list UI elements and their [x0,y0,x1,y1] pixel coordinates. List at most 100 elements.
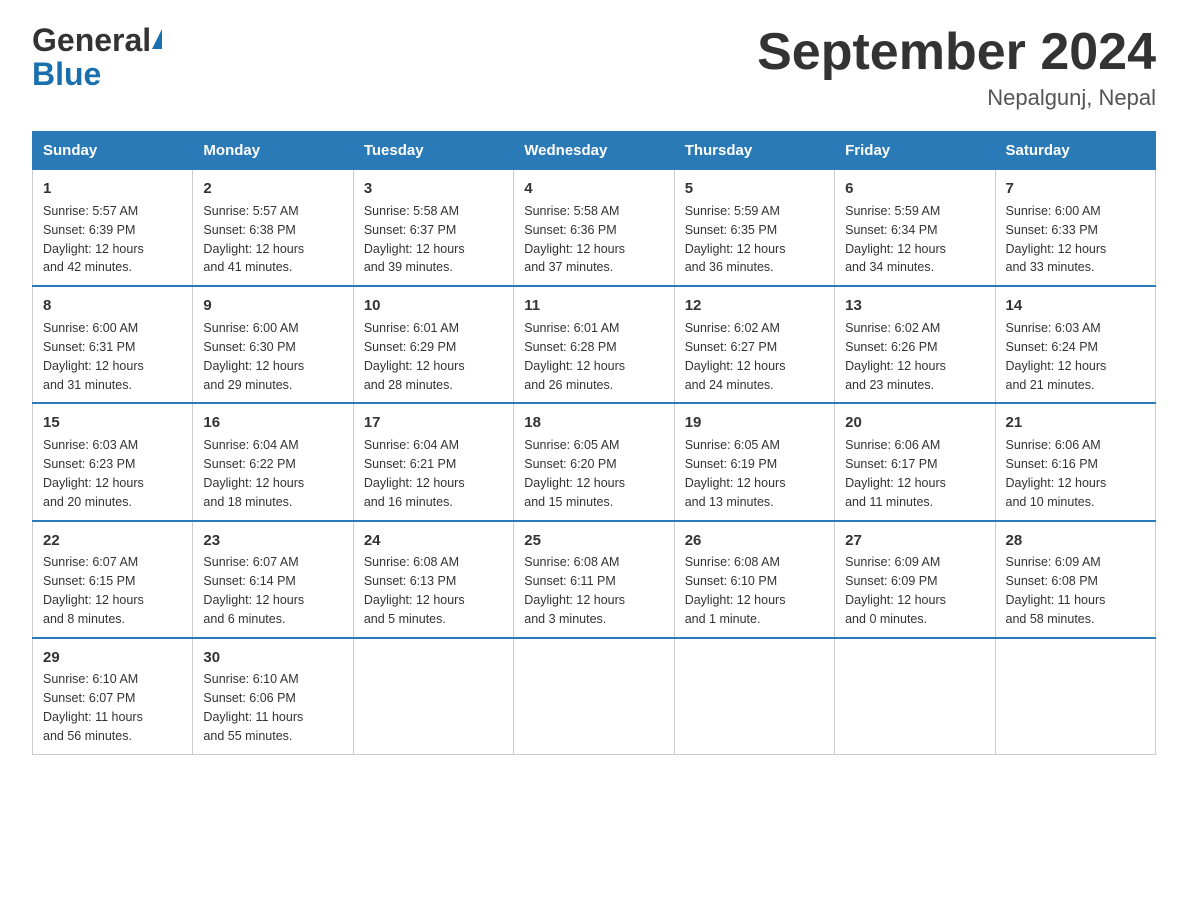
day-info: Sunrise: 6:08 AMSunset: 6:10 PMDaylight:… [685,555,786,626]
calendar-cell: 25 Sunrise: 6:08 AMSunset: 6:11 PMDayligh… [514,521,674,638]
day-info: Sunrise: 6:01 AMSunset: 6:29 PMDaylight:… [364,321,465,392]
title-area: September 2024 Nepalgunj, Nepal [757,24,1156,111]
logo-triangle-icon [152,29,162,49]
day-number: 20 [845,412,984,434]
day-number: 26 [685,530,824,552]
day-info: Sunrise: 6:05 AMSunset: 6:19 PMDaylight:… [685,438,786,509]
day-info: Sunrise: 6:09 AMSunset: 6:09 PMDaylight:… [845,555,946,626]
week-row-1: 1 Sunrise: 5:57 AMSunset: 6:39 PMDaylight… [33,170,1156,287]
day-number: 30 [203,647,342,669]
calendar-cell: 15 Sunrise: 6:03 AMSunset: 6:23 PMDayligh… [33,403,193,520]
day-info: Sunrise: 6:08 AMSunset: 6:13 PMDaylight:… [364,555,465,626]
day-number: 14 [1006,295,1145,317]
day-info: Sunrise: 6:10 AMSunset: 6:07 PMDaylight:… [43,672,143,743]
calendar-cell: 11 Sunrise: 6:01 AMSunset: 6:28 PMDayligh… [514,286,674,403]
day-number: 15 [43,412,182,434]
col-friday: Friday [835,132,995,170]
day-number: 13 [845,295,984,317]
calendar-cell: 16 Sunrise: 6:04 AMSunset: 6:22 PMDayligh… [193,403,353,520]
day-number: 3 [364,178,503,200]
day-info: Sunrise: 5:58 AMSunset: 6:37 PMDaylight:… [364,204,465,275]
day-info: Sunrise: 6:02 AMSunset: 6:26 PMDaylight:… [845,321,946,392]
day-info: Sunrise: 5:57 AMSunset: 6:39 PMDaylight:… [43,204,144,275]
calendar-cell: 9Sunrise: 6:00 AMSunset: 6:30 PMDaylight… [193,286,353,403]
day-info: Sunrise: 6:09 AMSunset: 6:08 PMDaylight:… [1006,555,1106,626]
day-info: Sunrise: 6:07 AMSunset: 6:14 PMDaylight:… [203,555,304,626]
calendar-cell: 1 Sunrise: 5:57 AMSunset: 6:39 PMDaylight… [33,170,193,287]
calendar-table: Sunday Monday Tuesday Wednesday Thursday… [32,131,1156,755]
calendar-cell: 17Sunrise: 6:04 AMSunset: 6:21 PMDayligh… [353,403,513,520]
calendar-cell: 2 Sunrise: 5:57 AMSunset: 6:38 PMDaylight… [193,170,353,287]
calendar-cell [353,638,513,755]
day-info: Sunrise: 6:01 AMSunset: 6:28 PMDaylight:… [524,321,625,392]
calendar-cell: 27 Sunrise: 6:09 AMSunset: 6:09 PMDayligh… [835,521,995,638]
day-info: Sunrise: 5:59 AMSunset: 6:34 PMDaylight:… [845,204,946,275]
logo-area: General Blue [32,24,164,90]
day-info: Sunrise: 6:03 AMSunset: 6:24 PMDaylight:… [1006,321,1107,392]
calendar-cell: 18 Sunrise: 6:05 AMSunset: 6:20 PMDayligh… [514,403,674,520]
calendar-cell: 13 Sunrise: 6:02 AMSunset: 6:26 PMDayligh… [835,286,995,403]
calendar-cell: 8Sunrise: 6:00 AMSunset: 6:31 PMDaylight… [33,286,193,403]
day-info: Sunrise: 6:05 AMSunset: 6:20 PMDaylight:… [524,438,625,509]
calendar-cell: 30 Sunrise: 6:10 AMSunset: 6:06 PMDayligh… [193,638,353,755]
day-number: 5 [685,178,824,200]
day-number: 28 [1006,530,1145,552]
calendar-cell [674,638,834,755]
calendar-cell: 12Sunrise: 6:02 AMSunset: 6:27 PMDayligh… [674,286,834,403]
day-info: Sunrise: 5:57 AMSunset: 6:38 PMDaylight:… [203,204,304,275]
day-number: 18 [524,412,663,434]
day-info: Sunrise: 6:04 AMSunset: 6:22 PMDaylight:… [203,438,304,509]
col-sunday: Sunday [33,132,193,170]
week-row-2: 8Sunrise: 6:00 AMSunset: 6:31 PMDaylight… [33,286,1156,403]
day-number: 23 [203,530,342,552]
day-number: 16 [203,412,342,434]
calendar-cell [995,638,1155,755]
page-header: General Blue September 2024 Nepalgunj, N… [32,24,1156,111]
calendar-cell: 4 Sunrise: 5:58 AMSunset: 6:36 PMDaylight… [514,170,674,287]
day-number: 10 [364,295,503,317]
day-number: 1 [43,178,182,200]
day-number: 8 [43,295,182,317]
calendar-cell: 26 Sunrise: 6:08 AMSunset: 6:10 PMDayligh… [674,521,834,638]
calendar-cell: 14 Sunrise: 6:03 AMSunset: 6:24 PMDayligh… [995,286,1155,403]
col-monday: Monday [193,132,353,170]
day-number: 12 [685,295,824,317]
day-info: Sunrise: 6:10 AMSunset: 6:06 PMDaylight:… [203,672,303,743]
day-info: Sunrise: 5:58 AMSunset: 6:36 PMDaylight:… [524,204,625,275]
week-row-3: 15 Sunrise: 6:03 AMSunset: 6:23 PMDayligh… [33,403,1156,520]
day-number: 11 [524,295,663,317]
day-number: 21 [1006,412,1145,434]
day-info: Sunrise: 6:00 AMSunset: 6:33 PMDaylight:… [1006,204,1107,275]
calendar-cell [514,638,674,755]
location-label: Nepalgunj, Nepal [757,85,1156,111]
day-info: Sunrise: 6:03 AMSunset: 6:23 PMDaylight:… [43,438,144,509]
col-wednesday: Wednesday [514,132,674,170]
day-number: 6 [845,178,984,200]
calendar-cell: 19Sunrise: 6:05 AMSunset: 6:19 PMDayligh… [674,403,834,520]
day-number: 22 [43,530,182,552]
calendar-cell: 24 Sunrise: 6:08 AMSunset: 6:13 PMDayligh… [353,521,513,638]
logo: General [32,24,164,56]
calendar-cell: 6 Sunrise: 5:59 AMSunset: 6:34 PMDaylight… [835,170,995,287]
day-number: 24 [364,530,503,552]
week-row-5: 29Sunrise: 6:10 AMSunset: 6:07 PMDayligh… [33,638,1156,755]
logo-general: General [32,22,151,58]
day-info: Sunrise: 6:08 AMSunset: 6:11 PMDaylight:… [524,555,625,626]
calendar-cell: 28 Sunrise: 6:09 AMSunset: 6:08 PMDayligh… [995,521,1155,638]
day-number: 27 [845,530,984,552]
day-info: Sunrise: 6:07 AMSunset: 6:15 PMDaylight:… [43,555,144,626]
day-number: 2 [203,178,342,200]
col-tuesday: Tuesday [353,132,513,170]
day-info: Sunrise: 6:00 AMSunset: 6:30 PMDaylight:… [203,321,304,392]
day-number: 25 [524,530,663,552]
calendar-cell: 21Sunrise: 6:06 AMSunset: 6:16 PMDayligh… [995,403,1155,520]
calendar-cell: 29Sunrise: 6:10 AMSunset: 6:07 PMDayligh… [33,638,193,755]
col-thursday: Thursday [674,132,834,170]
calendar-cell: 5Sunrise: 5:59 AMSunset: 6:35 PMDaylight… [674,170,834,287]
day-number: 7 [1006,178,1145,200]
logo-blue: Blue [32,58,164,90]
day-info: Sunrise: 6:04 AMSunset: 6:21 PMDaylight:… [364,438,465,509]
day-number: 4 [524,178,663,200]
month-year-title: September 2024 [757,24,1156,81]
calendar-cell: 7 Sunrise: 6:00 AMSunset: 6:33 PMDaylight… [995,170,1155,287]
